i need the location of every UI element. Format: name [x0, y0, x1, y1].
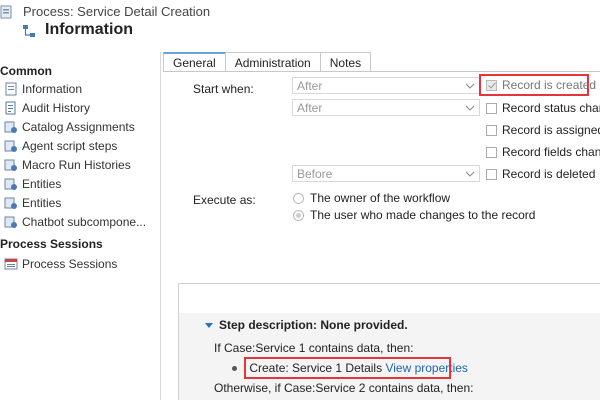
- sidebar-item-information[interactable]: Information: [4, 79, 82, 98]
- chevron-down-icon: [465, 171, 475, 177]
- sidebar-item-macro-run-histories[interactable]: Macro Run Histories: [4, 155, 131, 174]
- start-when-label: Start when:: [193, 82, 254, 96]
- sidebar-item-entities[interactable]: Entities: [4, 174, 61, 193]
- gear-entity-icon: [4, 197, 17, 209]
- highlight-box-create-step: [244, 357, 451, 379]
- tab-general[interactable]: General: [163, 52, 226, 72]
- start-when-select-1[interactable]: After: [292, 77, 480, 94]
- option-label: Record status change: [502, 101, 600, 115]
- sidebar-item-label: Entities: [22, 176, 62, 191]
- sidebar-item-label: Entities: [22, 195, 62, 210]
- option-label: Record is deleted: [502, 167, 596, 181]
- chevron-down-icon: [465, 83, 475, 89]
- execute-as-label: Execute as:: [193, 193, 256, 207]
- sidebar-item-label: Process Sessions: [22, 256, 118, 271]
- option-record-assigned[interactable]: Record is assigned: [486, 121, 600, 139]
- sidebar-item-label: Chatbot subcompone...: [22, 214, 147, 229]
- condition-line: If Case:Service 1 contains data, then:: [214, 341, 414, 355]
- execute-as-user[interactable]: The user who made changes to the record: [293, 206, 535, 224]
- page-title: Information: [45, 21, 133, 38]
- checkbox[interactable]: [486, 168, 497, 180]
- collapse-triangle-icon[interactable]: [205, 322, 213, 328]
- radio-button[interactable]: [293, 209, 304, 221]
- sidebar-item-entities-2[interactable]: Entities: [4, 193, 61, 212]
- option-label: Record fields change: [502, 145, 600, 159]
- gear-entity-icon: [4, 216, 17, 228]
- tab-notes[interactable]: Notes: [319, 52, 372, 72]
- sidebar-item-label: Audit History: [22, 100, 91, 115]
- sidebar-item-label: Agent script steps: [22, 138, 118, 153]
- sidebar-item-catalog-assignments[interactable]: Catalog Assignments: [4, 117, 135, 136]
- option-record-deleted[interactable]: Record is deleted: [486, 165, 595, 183]
- workflow-icon: [23, 25, 35, 37]
- radio-label: The user who made changes to the record: [310, 208, 536, 222]
- sidebar-divider: [160, 52, 161, 400]
- gear-entity-icon: [4, 159, 17, 171]
- bullet-icon: [232, 366, 237, 372]
- process-icon: [0, 5, 12, 19]
- otherwise-line: Otherwise, if Case:Service 2 contains da…: [214, 381, 474, 395]
- checkbox[interactable]: [486, 146, 497, 158]
- option-record-status-change[interactable]: Record status change: [486, 99, 600, 117]
- sidebar-item-label: Information: [22, 81, 83, 96]
- sidebar-item-chatbot-subcomponents[interactable]: Chatbot subcompone...: [4, 212, 146, 231]
- checkbox[interactable]: [486, 124, 497, 136]
- sidebar: Common Information Audit History Catalog…: [0, 56, 160, 400]
- option-label: Record is assigned: [502, 123, 600, 137]
- radio-label: The owner of the workflow: [310, 191, 451, 205]
- step-description-text: Step description: None provided.: [219, 318, 408, 332]
- start-when-select-2[interactable]: After: [292, 99, 480, 116]
- audit-history-icon: [5, 101, 16, 114]
- sidebar-item-process-sessions[interactable]: Process Sessions: [4, 254, 117, 273]
- sidebar-item-label: Macro Run Histories: [22, 157, 131, 172]
- sidebar-item-audit-history[interactable]: Audit History: [4, 98, 90, 117]
- execute-as-owner[interactable]: The owner of the workflow: [293, 189, 450, 207]
- sidebar-item-label: Catalog Assignments: [22, 119, 135, 134]
- tab-panel-border: [163, 71, 600, 72]
- option-record-fields-change[interactable]: Record fields change: [486, 143, 600, 161]
- gear-entity-icon: [4, 140, 17, 152]
- radio-button[interactable]: [293, 192, 304, 204]
- select-value: After: [297, 78, 323, 93]
- chevron-down-icon: [465, 105, 475, 111]
- gear-entity-icon: [4, 121, 17, 133]
- page-header: Process: Service Detail Creation Informa…: [0, 0, 600, 52]
- checkbox[interactable]: [486, 102, 497, 114]
- process-sessions-icon: [4, 258, 18, 269]
- tab-administration[interactable]: Administration: [224, 52, 321, 72]
- gear-entity-icon: [4, 178, 17, 190]
- step-description[interactable]: Step description: None provided.: [205, 318, 408, 332]
- info-page-icon: [5, 82, 17, 95]
- select-value: Before: [297, 166, 333, 181]
- sidebar-section-common: Common: [0, 64, 52, 78]
- tab-bar: General Administration Notes: [163, 52, 372, 72]
- sidebar-item-agent-script-steps[interactable]: Agent script steps: [4, 136, 117, 155]
- start-when-select-3[interactable]: Before: [292, 165, 480, 182]
- select-value: After: [297, 100, 323, 115]
- sidebar-section-process-sessions: Process Sessions: [0, 237, 103, 251]
- highlight-box-record-created: [479, 74, 589, 96]
- breadcrumb: Process: Service Detail Creation: [23, 4, 211, 19]
